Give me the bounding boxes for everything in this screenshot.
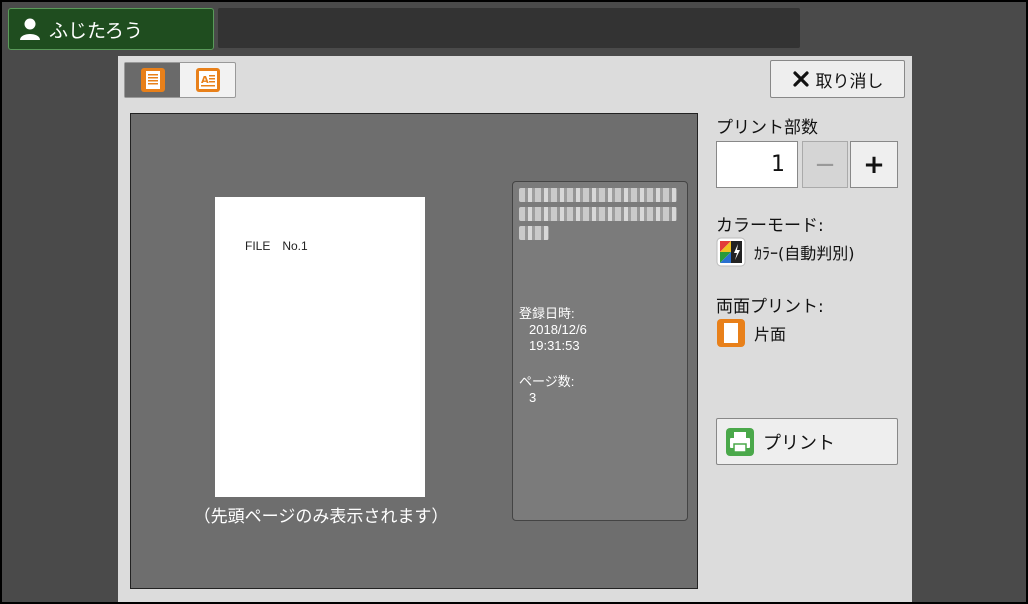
blurred-file-path	[519, 188, 681, 244]
preview-area: FILE No.1 （先頭ページのみ表示されます） 登録日時: 2018/12/…	[130, 113, 698, 589]
detail-view-button[interactable]: A	[180, 63, 235, 97]
close-icon	[792, 71, 809, 87]
user-tab[interactable]: ふじたろう	[8, 8, 214, 50]
preview-view-button[interactable]	[125, 63, 180, 97]
page-text: FILE No.1	[245, 239, 308, 253]
print-button[interactable]: プリント	[716, 418, 898, 465]
preview-caption: （先頭ページのみ表示されます）	[193, 507, 449, 527]
print-label: プリント	[763, 432, 835, 454]
print-panel: A 取り消し FILE No.1 （先頭ページのみ表示されます） 登録日時: 2…	[118, 56, 912, 602]
registered-label: 登録日時:	[519, 306, 575, 321]
screen: ふじたろう A 取り消し FILE No.1 （先頭ページのみ表示されます） 登…	[2, 2, 1026, 602]
registered-time: 19:31:53	[529, 338, 580, 353]
printer-icon	[726, 427, 754, 456]
copies-label: プリント部数	[716, 118, 818, 138]
color-mode-setting[interactable]: ｶﾗｰ(自動判別)	[716, 237, 855, 267]
pages-label: ページ数:	[519, 374, 575, 389]
page-thumbnail: FILE No.1	[215, 197, 425, 497]
svg-text:A: A	[201, 75, 209, 86]
duplex-setting[interactable]: 片面	[716, 318, 786, 348]
copies-input[interactable]: 1	[716, 141, 798, 188]
cancel-button[interactable]: 取り消し	[770, 60, 905, 98]
decrease-copies-button[interactable]: −	[802, 141, 848, 188]
document-preview-icon	[140, 68, 165, 92]
cancel-label: 取り消し	[815, 71, 884, 92]
user-icon	[20, 18, 40, 40]
registered-date: 2018/12/6	[529, 322, 587, 337]
user-name: ふじたろう	[49, 19, 143, 42]
title-bar	[218, 8, 800, 48]
document-detail-icon: A	[195, 68, 220, 92]
file-info-box: 登録日時: 2018/12/6 19:31:53 ページ数: 3	[512, 181, 688, 521]
view-toggle: A	[124, 62, 236, 98]
duplex-value: 片面	[754, 325, 787, 344]
color-mode-label: カラーモード:	[716, 216, 824, 236]
color-mode-value: ｶﾗｰ(自動判別)	[754, 244, 855, 263]
single-sided-icon	[717, 319, 745, 347]
pages-value: 3	[529, 390, 537, 405]
increase-copies-button[interactable]: +	[850, 141, 898, 188]
duplex-label: 両面プリント:	[716, 297, 824, 317]
auto-color-icon	[716, 237, 746, 267]
